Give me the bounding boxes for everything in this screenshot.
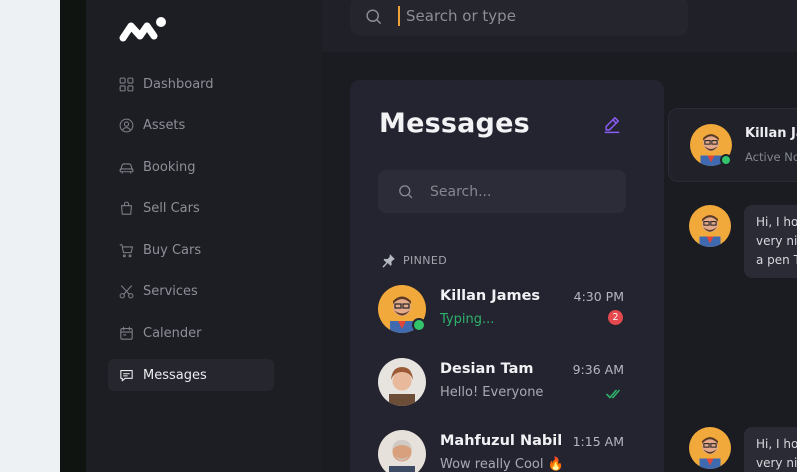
messages-search-input[interactable]	[428, 182, 612, 201]
sidebar-item-buy-cars[interactable]: Buy Cars	[108, 234, 274, 266]
message-time: 1:15 AM	[572, 434, 624, 449]
contact-name: Mahfuzul Nabil	[440, 433, 563, 449]
avatar	[378, 358, 426, 406]
chat-contact-status: Active Nov	[745, 150, 797, 164]
sidebar-item-label: Messages	[143, 367, 207, 383]
sidebar-item-label: Dashboard	[143, 76, 214, 92]
online-indicator	[412, 318, 426, 332]
cart-icon	[117, 241, 135, 259]
chat-header[interactable]: Killan Jam Active Nov	[668, 108, 797, 182]
text-caret	[398, 6, 400, 26]
top-bar	[322, 0, 797, 52]
conversation-item[interactable]: Mahfuzul Nabil Wow really Cool 🔥 1:15 AM	[378, 430, 636, 472]
message-icon	[117, 366, 135, 384]
chat-bubble-line: Hi, I hop	[756, 215, 797, 229]
message-time: 9:36 AM	[572, 362, 624, 377]
avatar	[689, 427, 731, 469]
search-icon	[366, 8, 382, 24]
sidebar-item-booking[interactable]: Booking	[108, 151, 274, 183]
sidebar-item-services[interactable]: Services	[108, 275, 274, 307]
pencil-icon	[604, 117, 620, 134]
chat-bubble-line: very nic	[756, 234, 797, 248]
sidebar-item-dashboard[interactable]: Dashboard	[108, 68, 274, 100]
avatar	[689, 205, 731, 247]
window-edge	[60, 0, 88, 472]
messages-search[interactable]	[378, 170, 626, 213]
shopping-bag-icon	[117, 199, 135, 217]
global-search[interactable]	[350, 0, 688, 36]
sidebar: Dashboard Assets Booking Sell Cars Buy C…	[86, 0, 322, 472]
sidebar-item-label: Assets	[143, 117, 186, 133]
chat-bubble-line: a pen T	[756, 253, 797, 267]
page-title: Messages	[379, 108, 530, 139]
scissors-icon	[117, 282, 135, 300]
sidebar-item-calender[interactable]: Calender	[108, 317, 274, 349]
conversation-item[interactable]: Killan James Typing... 4:30 PM 2	[378, 285, 636, 337]
global-search-input[interactable]	[404, 6, 668, 26]
chat-pane: Killan Jam Active Nov Hi, I hop very nic…	[666, 108, 797, 472]
chat-bubble-line: very nic	[756, 456, 797, 470]
conversation-item[interactable]: Desian Tam Hello! Everyone 9:36 AM	[378, 358, 636, 410]
calendar-icon	[117, 324, 135, 342]
sidebar-item-assets[interactable]: Assets	[108, 109, 274, 141]
avatar	[378, 430, 426, 472]
read-receipt-icon	[606, 385, 622, 399]
chat-bubble: Hi, I hop very nic	[744, 427, 797, 472]
pinned-header: PINNED	[380, 252, 447, 269]
unread-badge: 2	[608, 310, 623, 325]
message-preview: Wow really Cool 🔥	[440, 457, 564, 472]
contact-name: Desian Tam	[440, 361, 534, 377]
online-indicator	[720, 154, 732, 166]
messages-panel: Messages PINNED	[350, 80, 664, 472]
compose-button[interactable]	[602, 114, 624, 136]
pin-icon	[382, 254, 395, 268]
app-window: Dashboard Assets Booking Sell Cars Buy C…	[86, 0, 797, 472]
sidebar-item-sell-cars[interactable]: Sell Cars	[108, 192, 274, 224]
sidebar-item-label: Services	[143, 283, 198, 299]
sidebar-item-label: Calender	[143, 325, 202, 341]
sidebar-item-label: Buy Cars	[143, 242, 202, 258]
chat-contact-name: Killan Jam	[745, 126, 797, 141]
message-time: 4:30 PM	[573, 289, 624, 304]
grid-icon	[117, 75, 135, 93]
user-circle-icon	[117, 116, 135, 134]
pinned-label: PINNED	[403, 254, 448, 267]
sidebar-item-messages[interactable]: Messages	[108, 359, 274, 391]
search-icon	[399, 185, 413, 199]
chat-bubble-line: Hi, I hop	[756, 437, 797, 451]
contact-name: Killan James	[440, 288, 541, 304]
sidebar-item-label: Booking	[143, 159, 196, 175]
message-preview: Hello! Everyone	[440, 385, 544, 400]
app-logo[interactable]	[118, 12, 168, 44]
chat-bubble: Hi, I hop very nic a pen T	[744, 205, 797, 278]
car-icon	[117, 158, 135, 176]
message-preview: Typing...	[440, 312, 495, 327]
sidebar-item-label: Sell Cars	[143, 200, 200, 216]
